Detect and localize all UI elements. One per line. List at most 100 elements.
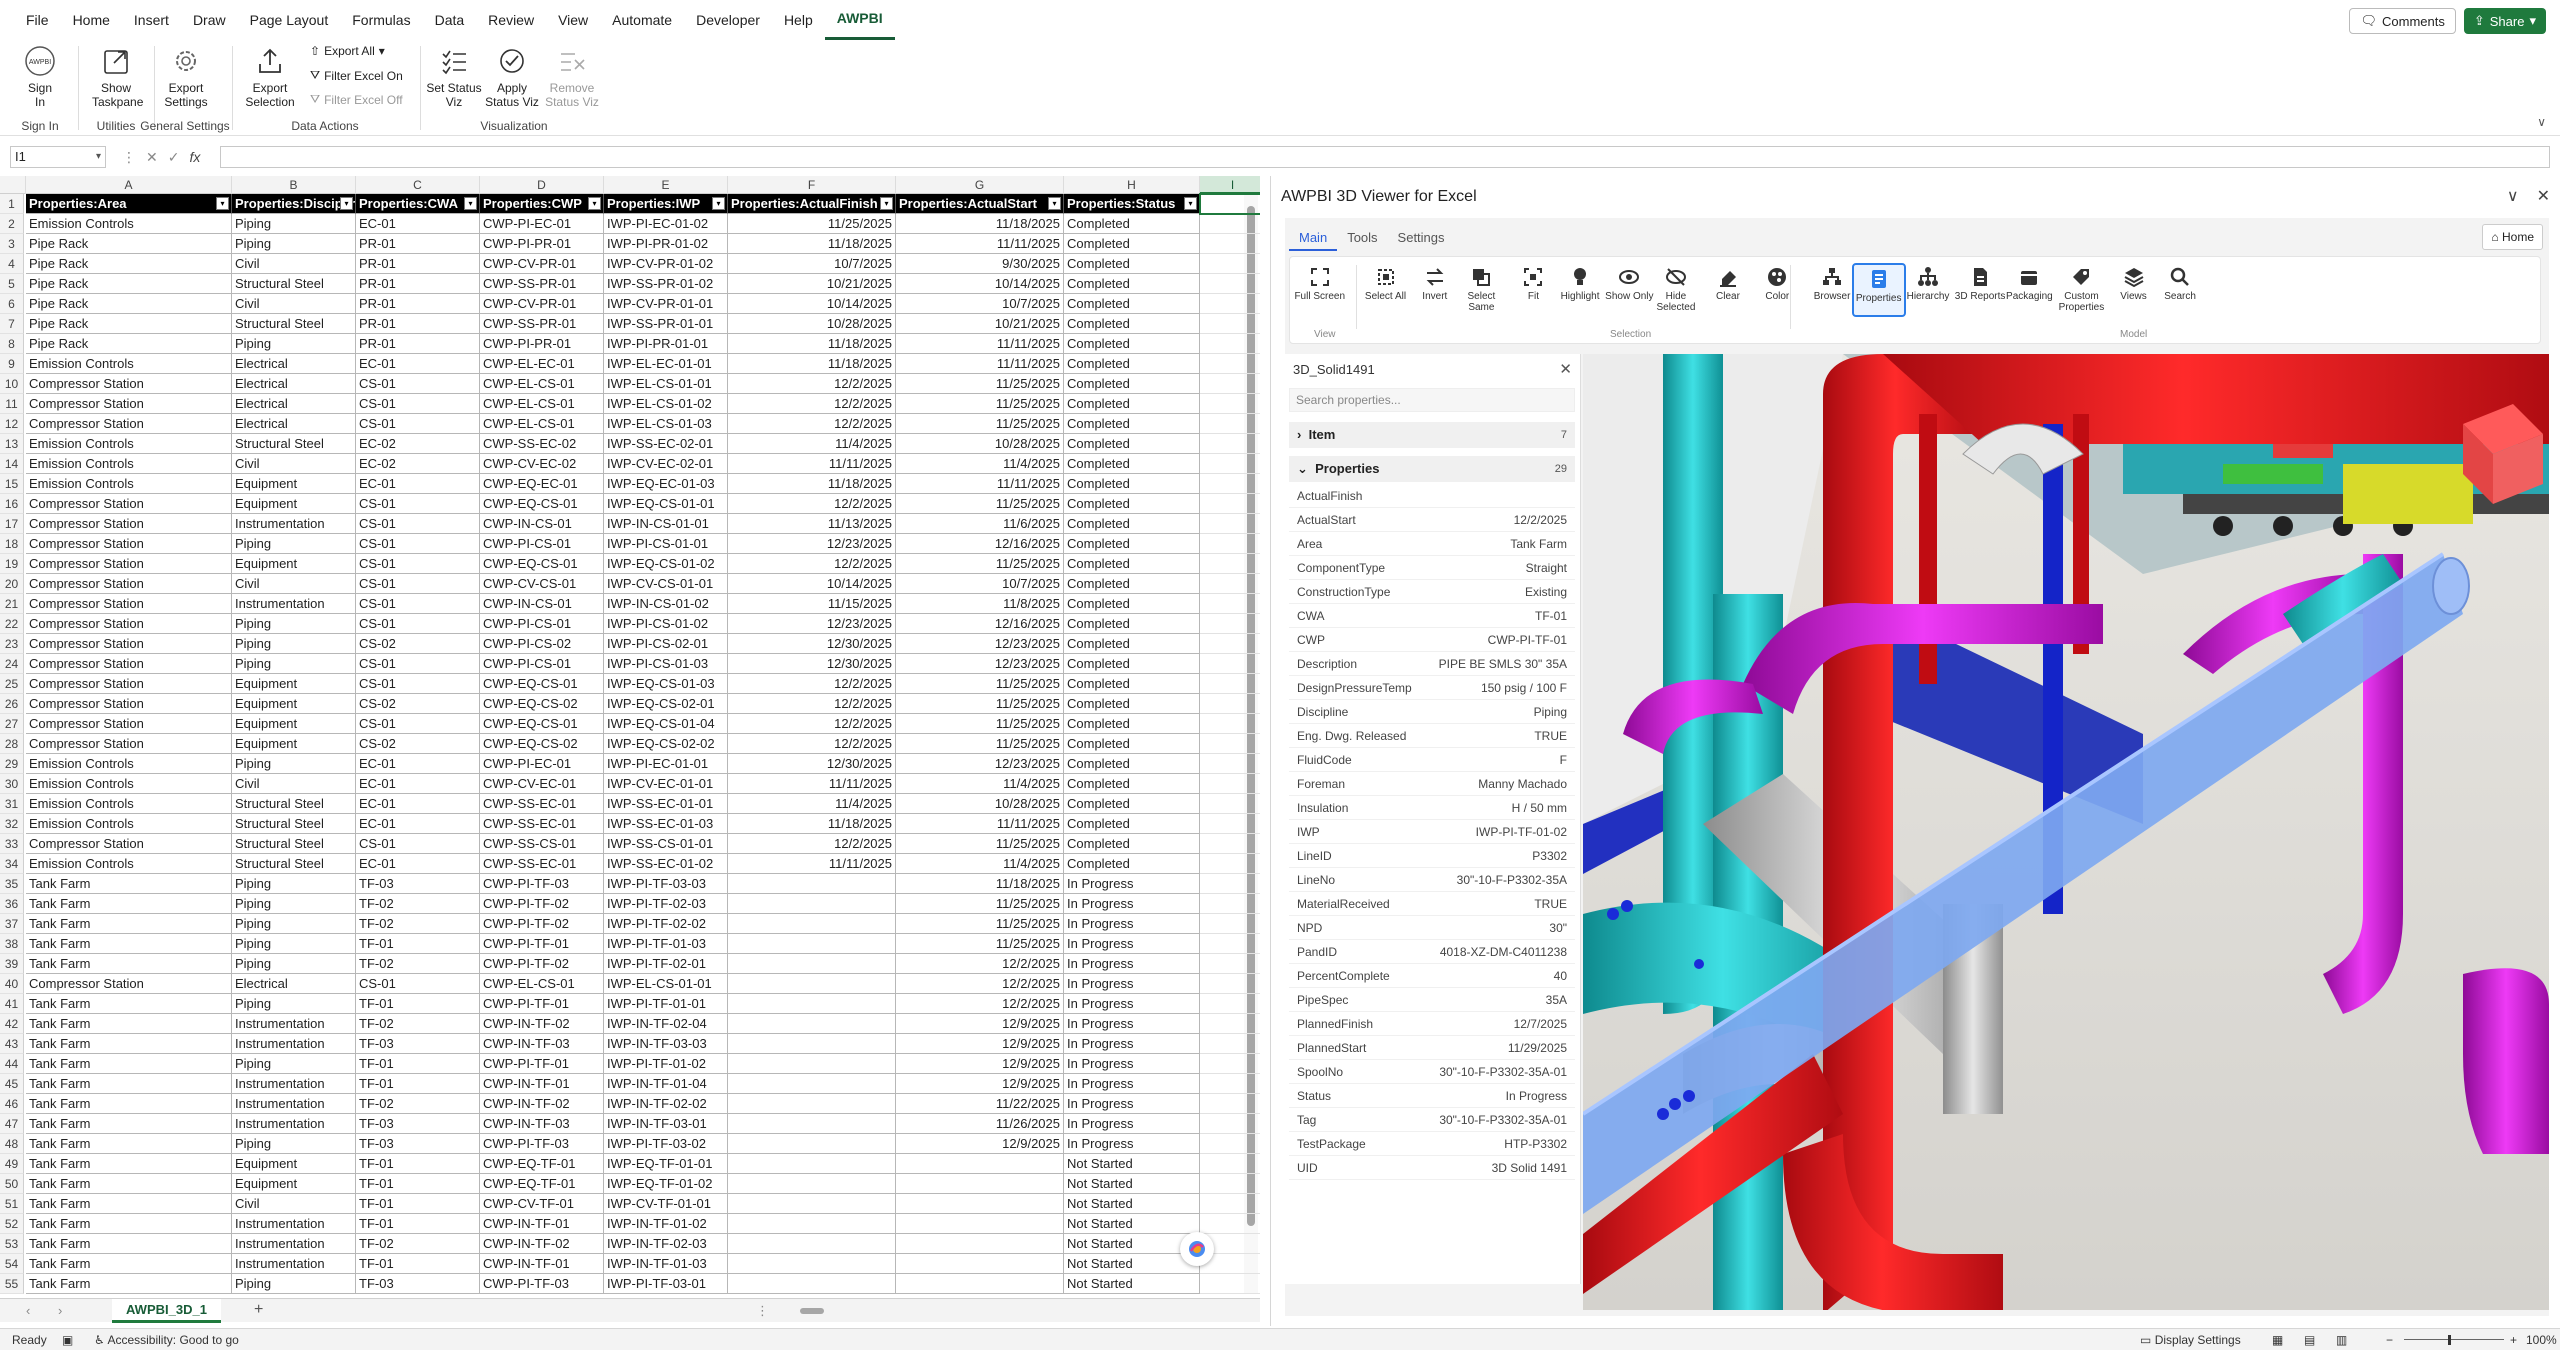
table-cell[interactable]: Emission Controls	[26, 774, 232, 794]
table-cell[interactable]: IWP-SS-EC-01-03	[604, 814, 728, 834]
table-cell[interactable]: Equipment	[232, 1154, 356, 1174]
table-cell[interactable]: CWP-PI-TF-03	[480, 1274, 604, 1294]
table-cell[interactable]	[896, 1254, 1064, 1274]
empty-cell[interactable]	[1200, 434, 1260, 454]
table-cell[interactable]: IWP-CV-CS-01-01	[604, 574, 728, 594]
table-cell[interactable]: In Progress	[1064, 974, 1200, 994]
table-cell[interactable]: IWP-EL-EC-01-01	[604, 354, 728, 374]
table-cell[interactable]: Completed	[1064, 494, 1200, 514]
table-cell[interactable]: Civil	[232, 454, 356, 474]
properties-section-header[interactable]: ⌄ Properties 29	[1289, 456, 1575, 482]
tool-select-all-button[interactable]: Select All	[1359, 263, 1413, 302]
table-cell[interactable]: CWP-EQ-EC-01	[480, 474, 604, 494]
empty-cell[interactable]	[1200, 934, 1260, 954]
row-header[interactable]: 36	[0, 894, 24, 914]
empty-cell[interactable]	[1200, 714, 1260, 734]
menu-review[interactable]: Review	[476, 0, 546, 40]
table-cell[interactable]: Emission Controls	[26, 454, 232, 474]
table-cell[interactable]	[728, 874, 896, 894]
table-cell[interactable]: 11/4/2025	[728, 794, 896, 814]
table-cell[interactable]: IWP-SS-EC-01-02	[604, 854, 728, 874]
table-cell[interactable]: Compressor Station	[26, 834, 232, 854]
table-cell[interactable]: Tank Farm	[26, 934, 232, 954]
table-cell[interactable]: In Progress	[1064, 954, 1200, 974]
tab-tools[interactable]: Tools	[1337, 226, 1387, 251]
table-cell[interactable]: TF-03	[356, 1114, 480, 1134]
table-cell[interactable]: Completed	[1064, 654, 1200, 674]
table-cell[interactable]: CWP-IN-TF-01	[480, 1214, 604, 1234]
column-header[interactable]: A	[26, 176, 232, 194]
more-icon[interactable]: ⋮	[756, 1303, 769, 1319]
table-cell[interactable]: CWP-PI-PR-01	[480, 334, 604, 354]
table-cell[interactable]: Piping	[232, 1274, 356, 1294]
row-header[interactable]: 17	[0, 514, 24, 534]
table-cell[interactable]: 12/30/2025	[728, 654, 896, 674]
table-cell[interactable]	[728, 934, 896, 954]
table-cell[interactable]: CWP-PI-PR-01	[480, 234, 604, 254]
table-cell[interactable]	[896, 1154, 1064, 1174]
table-cell[interactable]: TF-01	[356, 1074, 480, 1094]
table-cell[interactable]: Tank Farm	[26, 1054, 232, 1074]
table-cell[interactable]: In Progress	[1064, 1114, 1200, 1134]
filter-dropdown-icon[interactable]: ▾	[464, 197, 477, 210]
row-header[interactable]: 5	[0, 274, 24, 294]
table-cell[interactable]: Piping	[232, 874, 356, 894]
table-cell[interactable]: 12/9/2025	[896, 1014, 1064, 1034]
row-header[interactable]: 48	[0, 1134, 24, 1154]
table-cell[interactable]: IWP-EQ-CS-01-01	[604, 494, 728, 514]
table-cell[interactable]: Completed	[1064, 794, 1200, 814]
table-cell[interactable]: 10/14/2025	[728, 574, 896, 594]
table-cell[interactable]: 12/2/2025	[728, 494, 896, 514]
table-cell[interactable]: Not Started	[1064, 1254, 1200, 1274]
table-cell[interactable]: CWP-CV-CS-01	[480, 574, 604, 594]
table-cell[interactable]: PR-01	[356, 254, 480, 274]
filter-excel-off-button[interactable]: ⛛ Filter Excel Off	[310, 92, 403, 107]
empty-cell[interactable]	[1200, 1034, 1260, 1054]
table-cell[interactable]: EC-01	[356, 814, 480, 834]
empty-cell[interactable]	[1200, 214, 1260, 234]
table-cell[interactable]: Emission Controls	[26, 214, 232, 234]
empty-cell[interactable]	[1200, 474, 1260, 494]
table-cell[interactable]: Structural Steel	[232, 834, 356, 854]
table-cell[interactable]: Tank Farm	[26, 874, 232, 894]
empty-cell[interactable]	[1200, 1074, 1260, 1094]
table-cell[interactable]: 10/28/2025	[896, 794, 1064, 814]
filter-dropdown-icon[interactable]: ▾	[1184, 197, 1197, 210]
table-cell[interactable]: CWP-SS-EC-02	[480, 434, 604, 454]
table-cell[interactable]: Compressor Station	[26, 694, 232, 714]
empty-cell[interactable]	[1200, 954, 1260, 974]
row-header[interactable]: 40	[0, 974, 24, 994]
table-cell[interactable]: CS-01	[356, 534, 480, 554]
table-cell[interactable]	[728, 1214, 896, 1234]
table-cell[interactable]: Instrumentation	[232, 514, 356, 534]
table-cell[interactable]: Completed	[1064, 754, 1200, 774]
table-cell[interactable]: Electrical	[232, 394, 356, 414]
share-button[interactable]: ⇪ Share ▾	[2463, 8, 2546, 34]
table-cell[interactable]: CS-01	[356, 674, 480, 694]
table-cell[interactable]: CS-02	[356, 634, 480, 654]
accessibility-status[interactable]: ♿ Accessibility: Good to go	[94, 1333, 239, 1347]
table-cell[interactable]: Pipe Rack	[26, 334, 232, 354]
table-cell[interactable]: Completed	[1064, 254, 1200, 274]
table-cell[interactable]: Piping	[232, 654, 356, 674]
empty-cell[interactable]	[1200, 694, 1260, 714]
table-cell[interactable]: Piping	[232, 1054, 356, 1074]
tool-color-button[interactable]: Color	[1750, 263, 1804, 302]
table-cell[interactable]: Compressor Station	[26, 414, 232, 434]
table-cell[interactable]	[896, 1274, 1064, 1294]
table-cell[interactable]: CS-01	[356, 654, 480, 674]
table-cell[interactable]: 11/18/2025	[728, 354, 896, 374]
row-header[interactable]: 38	[0, 934, 24, 954]
empty-cell[interactable]	[1200, 254, 1260, 274]
table-cell[interactable]: CWP-CV-PR-01	[480, 254, 604, 274]
row-header[interactable]: 39	[0, 954, 24, 974]
table-header-cell[interactable]: Properties:Status ▾	[1064, 194, 1200, 214]
close-icon[interactable]: ✕	[2537, 186, 2550, 206]
row-header[interactable]: 41	[0, 994, 24, 1014]
table-cell[interactable]: 11/11/2025	[896, 334, 1064, 354]
zoom-out-icon[interactable]: −	[2386, 1333, 2393, 1347]
table-cell[interactable]: TF-01	[356, 1154, 480, 1174]
empty-cell[interactable]	[1200, 634, 1260, 654]
table-cell[interactable]: 11/8/2025	[896, 594, 1064, 614]
row-header[interactable]: 34	[0, 854, 24, 874]
